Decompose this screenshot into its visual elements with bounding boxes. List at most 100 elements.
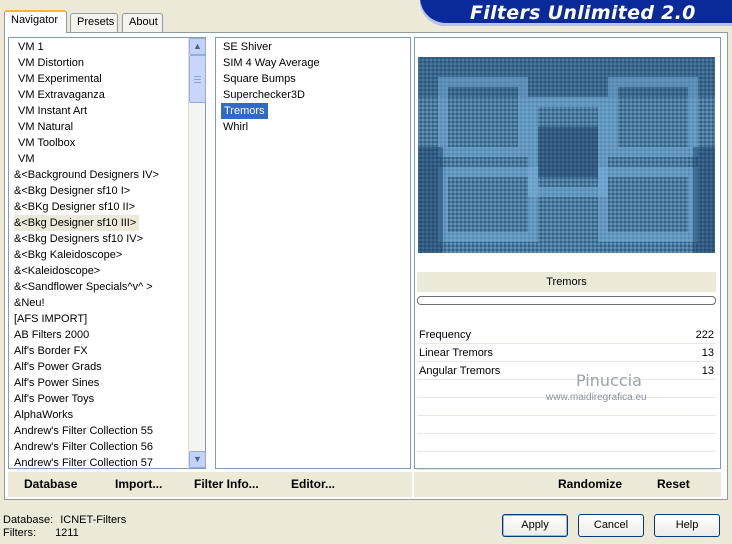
category-item[interactable]: VM 1 <box>9 39 205 55</box>
category-label: Alf's Border FX <box>14 345 88 357</box>
category-item[interactable]: AlphaWorks <box>9 407 205 423</box>
param-angular-tremors[interactable]: Angular Tremors 13 <box>417 362 716 380</box>
help-button[interactable]: Help <box>654 514 720 537</box>
scroll-down-button[interactable]: ▼ <box>189 451 206 468</box>
app-title: Filters Unlimited 2.0 <box>470 2 696 24</box>
tab-navigator[interactable]: Navigator <box>4 10 67 33</box>
filters-status: Filters: 1211 <box>3 527 79 539</box>
reset-button[interactable]: Reset <box>657 477 690 491</box>
filter-label: Tremors <box>221 103 268 119</box>
category-label: &<Background Designers IV> <box>14 169 159 181</box>
category-label: VM Distortion <box>18 57 85 69</box>
category-label: &<Bkg Designer sf10 III> <box>14 215 140 231</box>
filter-info-button[interactable]: Filter Info... <box>194 477 259 491</box>
category-item[interactable]: &<Bkg Kaleidoscope> <box>9 247 205 263</box>
category-item[interactable]: Andrew's Filter Collection 55 <box>9 423 205 439</box>
param-value: 13 <box>701 347 714 359</box>
database-value: ICNET-Filters <box>60 514 127 526</box>
tab-about[interactable]: About <box>122 13 163 32</box>
category-label: AlphaWorks <box>14 409 74 421</box>
param-name: Frequency <box>419 329 471 341</box>
category-label: [AFS IMPORT] <box>14 313 88 325</box>
category-label: VM <box>18 153 35 165</box>
database-status: Database: ICNET-Filters <box>3 514 126 526</box>
left-toolbar: Database Import... Filter Info... Editor… <box>8 471 412 497</box>
category-item[interactable]: Alf's Power Grads <box>9 359 205 375</box>
cancel-button[interactable]: Cancel <box>578 514 644 537</box>
category-item[interactable]: AB Filters 2000 <box>9 327 205 343</box>
category-item[interactable]: &<Bkg Designers sf10 IV> <box>9 231 205 247</box>
category-item[interactable]: &<Sandflower Specials^v^ > <box>9 279 205 295</box>
tab-label: About <box>129 16 158 28</box>
category-item[interactable]: &<BKg Designer sf10 II> <box>9 199 205 215</box>
category-label: Andrew's Filter Collection 55 <box>14 425 154 437</box>
filter-item[interactable]: Square Bumps <box>220 71 410 87</box>
import-button[interactable]: Import... <box>115 477 162 491</box>
category-item[interactable]: Andrew's Filter Collection 57 <box>9 455 205 469</box>
filters-label: Filters: <box>3 527 36 539</box>
category-label: &Neu! <box>14 297 45 309</box>
param-empty <box>417 434 716 452</box>
param-empty <box>417 416 716 434</box>
category-label: &<Kaleidoscope> <box>14 265 101 277</box>
category-label: Alf's Power Sines <box>14 377 100 389</box>
param-name: Angular Tremors <box>419 365 501 377</box>
filter-label: Whirl <box>223 121 249 133</box>
database-label: Database: <box>3 514 54 526</box>
editor-button[interactable]: Editor... <box>291 477 335 491</box>
filter-name-label: Tremors <box>417 272 716 292</box>
param-value: 222 <box>695 329 714 341</box>
category-item[interactable]: &<Background Designers IV> <box>9 167 205 183</box>
category-item[interactable]: &Neu! <box>9 295 205 311</box>
category-scrollbar[interactable]: ▲ ▼ <box>188 38 206 468</box>
apply-button[interactable]: Apply <box>502 514 568 537</box>
category-label: VM Toolbox <box>18 137 76 149</box>
param-linear-tremors[interactable]: Linear Tremors 13 <box>417 344 716 362</box>
category-item[interactable]: Alf's Power Sines <box>9 375 205 391</box>
category-label: &<BKg Designer sf10 II> <box>14 201 136 213</box>
category-label: AB Filters 2000 <box>14 329 90 341</box>
filter-item[interactable]: Whirl <box>220 119 410 135</box>
filter-list[interactable]: SE Shiver SIM 4 Way Average Square Bumps Su… <box>215 37 411 469</box>
filters-count: 1211 <box>55 527 79 539</box>
filter-item[interactable]: Superchecker3D <box>220 87 410 103</box>
category-label: &<Bkg Designers sf10 IV> <box>14 233 144 245</box>
category-item[interactable]: VM Natural <box>9 119 205 135</box>
database-button[interactable]: Database <box>24 477 77 491</box>
category-list[interactable]: VM 1 VM Distortion VM Experimental VM Extra… <box>8 37 206 469</box>
watermark-url: www.maidiregrafica.eu <box>546 392 647 403</box>
tab-label: Navigator <box>11 14 59 26</box>
tab-label: Presets <box>77 16 115 28</box>
tab-presets[interactable]: Presets <box>70 13 118 32</box>
category-label: VM Natural <box>18 121 74 133</box>
category-item[interactable]: &<Kaleidoscope> <box>9 263 205 279</box>
watermark-name: Pinuccia <box>576 371 642 390</box>
right-toolbar: Randomize Reset <box>414 471 721 497</box>
filter-item[interactable]: Tremors <box>220 103 410 119</box>
scroll-thumb[interactable] <box>189 55 206 103</box>
preview-image <box>418 57 715 253</box>
filter-label: Square Bumps <box>223 73 296 85</box>
category-item[interactable]: &<Bkg Designer sf10 III> <box>9 215 205 231</box>
category-item[interactable]: VM Instant Art <box>9 103 205 119</box>
randomize-button[interactable]: Randomize <box>558 477 622 491</box>
category-item[interactable]: VM Experimental <box>9 71 205 87</box>
param-value: 13 <box>701 365 714 377</box>
category-label: VM Extravaganza <box>18 89 105 101</box>
param-frequency[interactable]: Frequency 222 <box>417 326 716 344</box>
category-item[interactable]: &<Bkg Designer sf10 I> <box>9 183 205 199</box>
category-item[interactable]: Alf's Border FX <box>9 343 205 359</box>
category-item[interactable]: Alf's Power Toys <box>9 391 205 407</box>
category-item[interactable]: VM Distortion <box>9 55 205 71</box>
category-label: Andrew's Filter Collection 57 <box>14 457 154 469</box>
filter-item[interactable]: SIM 4 Way Average <box>220 55 410 71</box>
filter-item[interactable]: SE Shiver <box>220 39 410 55</box>
scroll-up-button[interactable]: ▲ <box>189 38 206 55</box>
category-item[interactable]: VM Toolbox <box>9 135 205 151</box>
param-empty <box>417 452 716 470</box>
filter-label: SIM 4 Way Average <box>223 57 320 69</box>
category-item[interactable]: Andrew's Filter Collection 56 <box>9 439 205 455</box>
category-item[interactable]: [AFS IMPORT] <box>9 311 205 327</box>
category-item[interactable]: VM <box>9 151 205 167</box>
category-item[interactable]: VM Extravaganza <box>9 87 205 103</box>
